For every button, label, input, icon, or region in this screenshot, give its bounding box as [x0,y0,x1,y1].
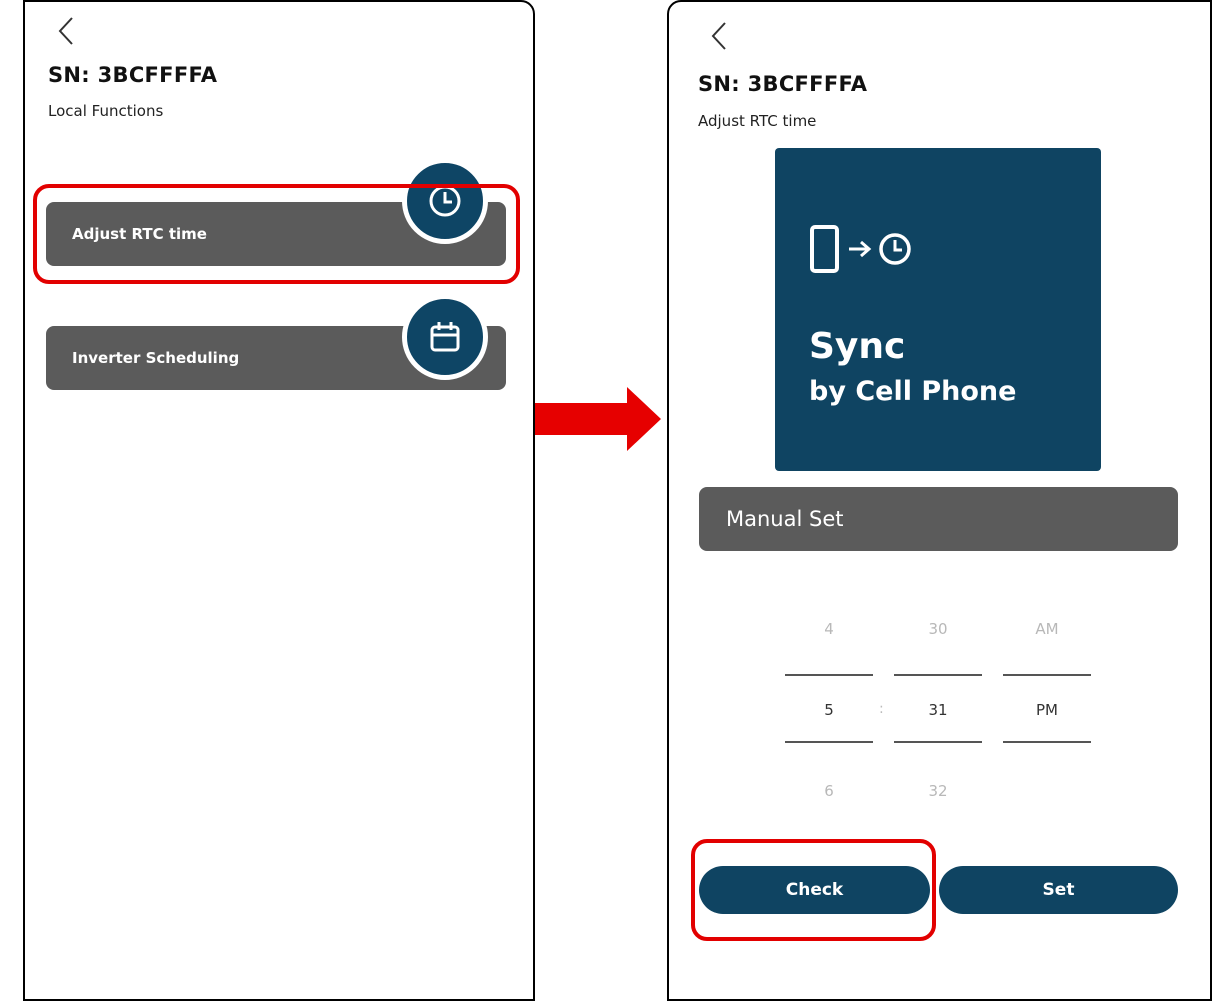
minute-below: 32 [928,782,948,800]
back-chevron-icon[interactable] [705,19,735,53]
picker-divider [894,741,982,743]
clock-icon [402,158,488,244]
minute-selected: 31 [928,701,948,719]
picker-divider [785,741,873,743]
sync-title: Sync [809,326,906,367]
picker-divider [1003,674,1091,676]
hour-above: 4 [824,620,834,638]
period-selected: PM [1036,701,1058,719]
hour-selected: 5 [824,701,834,719]
hour-below: 6 [824,782,834,800]
back-chevron-icon[interactable] [52,14,82,48]
am-pm-picker[interactable]: AM PM [1003,612,1091,812]
picker-divider [785,674,873,676]
page-subtitle: Local Functions [48,102,164,120]
phone-screen-local-functions [23,0,535,1001]
sync-icons [810,225,911,273]
sync-by-cell-phone-card[interactable]: Sync by Cell Phone [775,148,1101,471]
phone-icon [810,225,839,273]
arrow-right-icon [535,387,661,451]
check-button[interactable]: Check [699,866,930,914]
hour-picker[interactable]: 4 5 6 [785,612,873,812]
manual-set-label: Manual Set [726,507,844,531]
clock-icon [879,233,911,265]
menu-item-label: Adjust RTC time [72,225,207,243]
minute-picker[interactable]: 30 31 32 [894,612,982,812]
period-above: AM [1035,620,1059,638]
calendar-icon [402,294,488,380]
page-subtitle: Adjust RTC time [698,112,817,130]
minute-above: 30 [928,620,948,638]
picker-divider [1003,741,1091,743]
sync-subtitle: by Cell Phone [809,376,1017,407]
arrow-right-icon [849,240,872,258]
serial-number-title: SN: 3BCFFFFA [698,72,868,96]
picker-divider [894,674,982,676]
manual-set-button[interactable]: Manual Set [699,487,1178,551]
menu-item-label: Inverter Scheduling [72,349,240,367]
set-button[interactable]: Set [939,866,1178,914]
time-separator: : [879,701,884,717]
serial-number-title: SN: 3BCFFFFA [48,63,218,87]
